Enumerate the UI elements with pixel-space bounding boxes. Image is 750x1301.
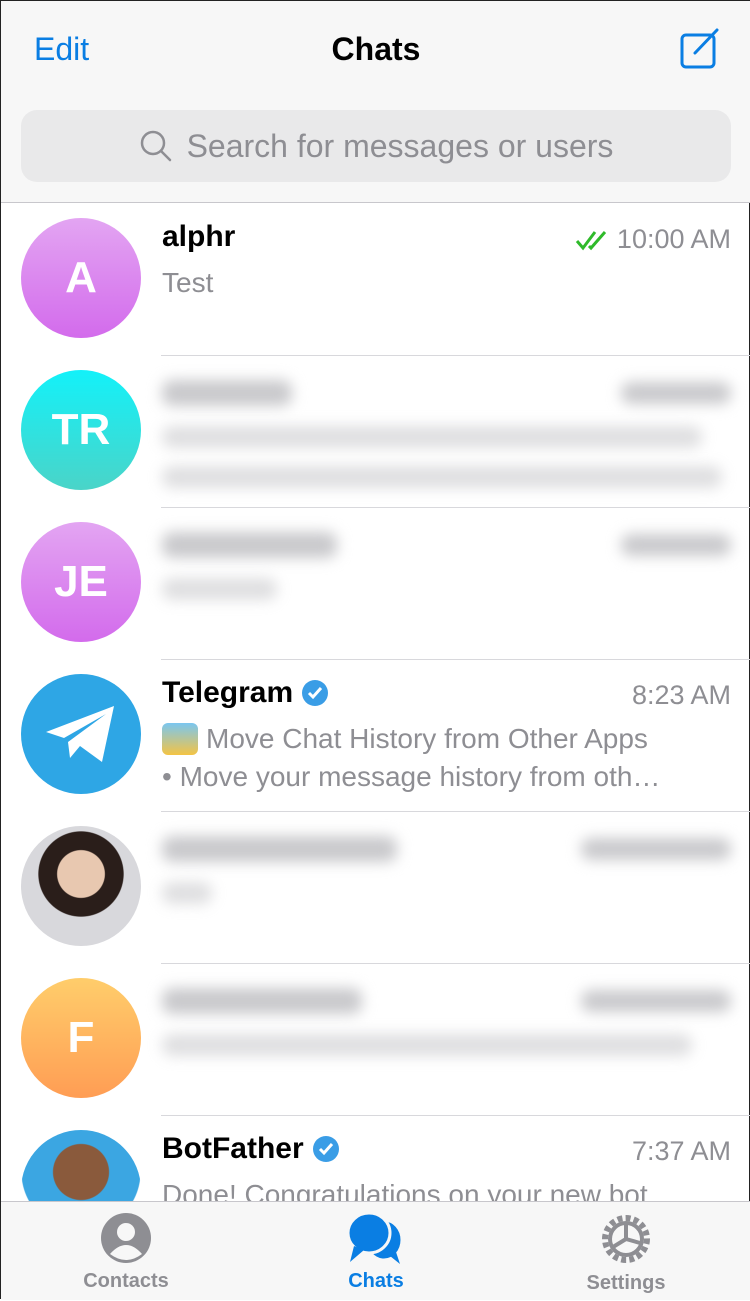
chat-row-blurred[interactable]	[1, 812, 750, 964]
blurred-message	[162, 578, 277, 600]
chat-message: Done! Congratulations on your new bot.	[162, 1179, 656, 1201]
nav-header: Chats Edit Search for messages or users	[1, 1, 750, 203]
blurred-time	[621, 382, 731, 404]
avatar	[21, 674, 141, 794]
contacts-icon	[101, 1213, 151, 1263]
avatar: A	[21, 218, 141, 338]
chat-row-blurred[interactable]: F	[1, 964, 750, 1116]
blurred-message	[162, 1034, 692, 1056]
chat-time: 7:37 AM	[631, 1136, 731, 1166]
blurred-name	[162, 988, 362, 1014]
chat-list: A alphr 10:00 AM Test TR JE Telegram 8:2…	[1, 204, 750, 1201]
chat-row-blurred[interactable]: TR	[1, 356, 750, 508]
blurred-name	[162, 836, 397, 862]
chat-row-telegram[interactable]: Telegram 8:23 AM Move Chat History from …	[1, 660, 750, 812]
car-emoji-icon	[162, 723, 198, 755]
compose-icon[interactable]	[679, 27, 721, 69]
tab-settings[interactable]: Settings	[501, 1202, 750, 1301]
chat-message: Move Chat History from Other Apps	[206, 723, 648, 754]
verified-icon	[312, 1136, 339, 1162]
double-check-icon	[575, 230, 607, 250]
blurred-name	[162, 532, 337, 558]
chat-name: BotFather	[162, 1132, 304, 1165]
blurred-message	[162, 466, 722, 488]
blurred-time	[581, 990, 731, 1012]
tab-label: Contacts	[83, 1270, 169, 1292]
blurred-message	[162, 882, 212, 904]
telegram-logo-icon	[46, 706, 114, 762]
verified-icon	[302, 680, 329, 706]
tab-chats[interactable]: Chats	[251, 1202, 501, 1301]
chat-message: Test	[162, 267, 214, 298]
blurred-time	[581, 838, 731, 860]
page-title: Chats	[331, 31, 421, 67]
tab-contacts[interactable]: Contacts	[1, 1202, 251, 1301]
search-placeholder: Search for messages or users	[186, 127, 614, 164]
chat-row-alphr[interactable]: A alphr 10:00 AM Test	[1, 204, 750, 356]
chats-icon	[346, 1212, 404, 1264]
avatar: JE	[21, 522, 141, 642]
chat-message-preview: • Move your message history from oth…	[162, 761, 661, 792]
chat-row-botfather[interactable]: BotFather 7:37 AM Done! Congratulations …	[1, 1116, 750, 1201]
chat-name: Telegram	[162, 676, 294, 709]
avatar-photo	[21, 826, 141, 946]
tab-label: Settings	[586, 1272, 666, 1294]
avatar-botfather	[21, 1130, 141, 1201]
blurred-message	[162, 426, 702, 448]
chat-time: 8:23 AM	[631, 680, 731, 710]
tab-bar: Contacts Chats Settings	[1, 1201, 750, 1300]
avatar: TR	[21, 370, 141, 490]
edit-button[interactable]: Edit	[34, 31, 89, 68]
blurred-name	[162, 380, 292, 406]
search-icon	[140, 130, 171, 162]
chat-row-blurred[interactable]: JE	[1, 508, 750, 660]
blurred-time	[621, 534, 731, 556]
avatar: F	[21, 978, 141, 1098]
settings-gear-icon	[602, 1215, 650, 1263]
chat-name: alphr	[162, 220, 236, 253]
tab-label: Chats	[348, 1270, 404, 1292]
search-input[interactable]: Search for messages or users	[21, 110, 731, 182]
chat-time: 10:00 AM	[616, 224, 731, 254]
